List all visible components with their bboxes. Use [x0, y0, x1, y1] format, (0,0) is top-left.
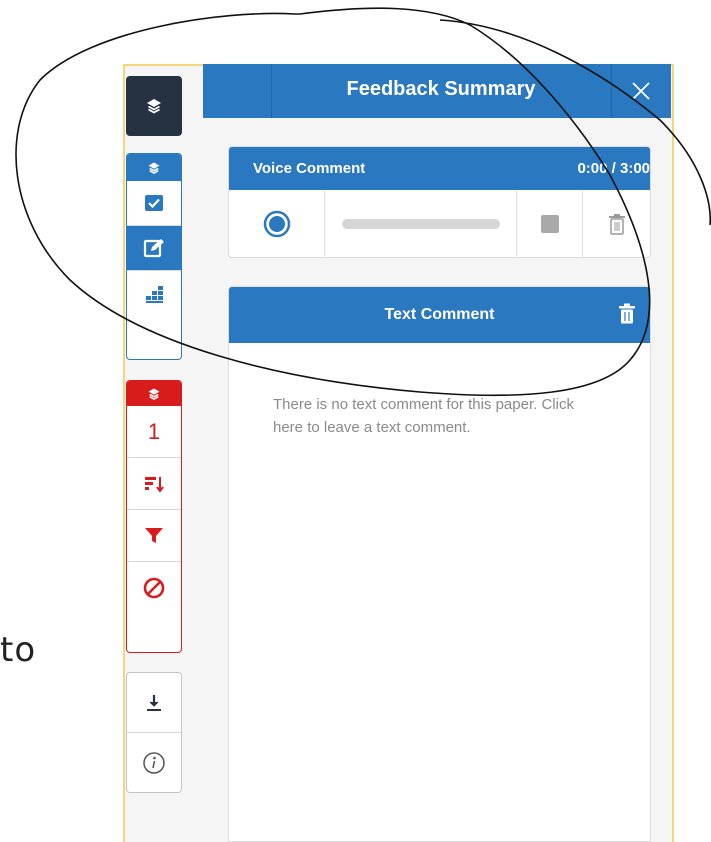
stop-icon	[540, 215, 559, 233]
checkbox-icon	[145, 195, 163, 211]
voice-comment-header: Voice Comment 0:00 / 3:00	[229, 147, 650, 190]
match-count: 1	[147, 418, 161, 444]
download-button[interactable]	[127, 673, 181, 733]
close-button[interactable]	[611, 64, 671, 118]
info-button[interactable]	[127, 733, 181, 792]
voice-progress[interactable]	[325, 190, 517, 258]
layers-icon	[147, 99, 161, 114]
delete-text-comment-button[interactable]	[618, 303, 636, 330]
similarity-tools-group: 1	[126, 380, 182, 653]
stop-button[interactable]	[517, 190, 583, 258]
panel-title: Feedback Summary	[346, 78, 536, 100]
layers-icon	[148, 388, 160, 400]
panel-header: Feedback Summary	[203, 64, 671, 118]
text-comment-card: Text Comment There is no text comment fo…	[228, 286, 651, 842]
info-icon	[143, 752, 165, 774]
voice-comment-title: Voice Comment	[253, 160, 366, 177]
similarity-match-count-button[interactable]: 1	[127, 406, 181, 458]
grading-tools-group	[126, 153, 182, 360]
feedback-summary-button[interactable]	[127, 226, 181, 271]
grading-layer-header[interactable]	[127, 154, 181, 181]
voice-comment-card: Voice Comment 0:00 / 3:00	[228, 146, 651, 258]
filter-button[interactable]	[127, 510, 181, 562]
close-icon	[632, 82, 650, 100]
similarity-layer-header[interactable]	[127, 381, 181, 406]
rubric-button[interactable]	[127, 271, 181, 316]
rubric-grid-icon	[146, 285, 163, 303]
trash-icon	[619, 303, 635, 324]
layers-icon	[148, 162, 160, 174]
progress-track	[341, 219, 500, 229]
text-comment-header: Text Comment	[229, 287, 650, 343]
sort-icon	[145, 476, 164, 493]
feedback-summary-panel: Feedback Summary Voice Comment 0:00 / 3:…	[203, 64, 671, 842]
text-comment-empty-message[interactable]: There is no text comment for this paper.…	[273, 393, 603, 440]
trash-icon	[609, 214, 625, 235]
sort-button[interactable]	[127, 458, 181, 510]
block-icon	[143, 577, 165, 599]
edit-icon	[143, 239, 164, 258]
layers-toggle-group	[126, 76, 182, 136]
utility-tools-group	[126, 672, 182, 793]
record-button[interactable]	[229, 190, 325, 258]
text-comment-title: Text Comment	[384, 306, 495, 323]
quickmark-button[interactable]	[127, 181, 181, 226]
filter-icon	[145, 527, 163, 543]
download-icon	[147, 694, 161, 711]
record-icon	[263, 210, 290, 238]
exclude-button[interactable]	[127, 562, 181, 614]
voice-comment-time: 0:00 / 3:00	[577, 160, 650, 177]
background-document-text: to	[0, 630, 37, 670]
layers-button[interactable]	[126, 76, 182, 136]
voice-controls	[229, 190, 650, 258]
delete-voice-button[interactable]	[583, 190, 651, 258]
